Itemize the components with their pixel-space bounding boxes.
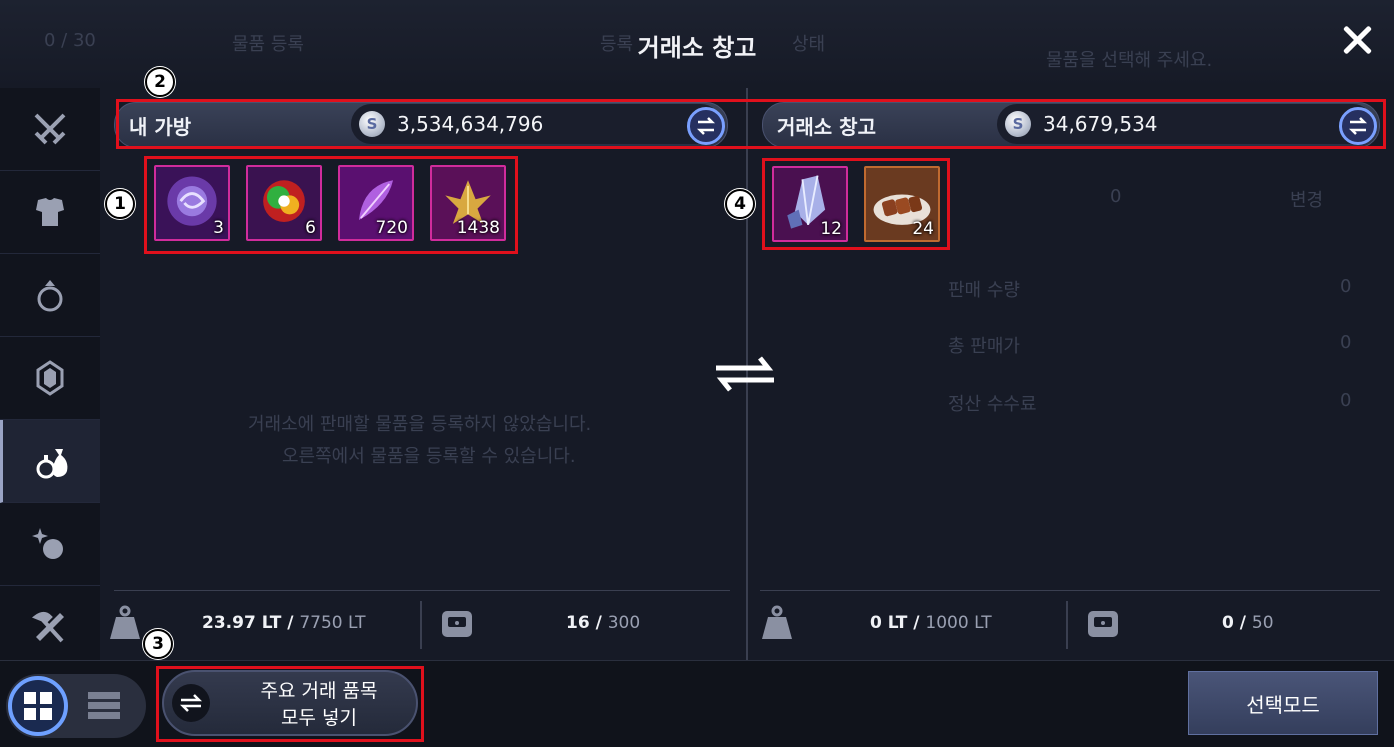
bag-weight: 23.97 LT / 7750 LT bbox=[202, 613, 366, 633]
grid-view-button[interactable] bbox=[8, 676, 68, 736]
annotation-marker-3: 3 bbox=[142, 628, 174, 660]
warehouse-slots-icon bbox=[1088, 611, 1118, 637]
grid-icon bbox=[24, 692, 52, 720]
highlight-currency-bar bbox=[116, 99, 1386, 149]
warehouse-footer: 0 LT / 1000 LT 0 / 50 bbox=[760, 590, 1380, 657]
sidebar-tab-consumables[interactable] bbox=[0, 420, 103, 503]
ghost-total: 총 판매가 bbox=[948, 336, 1020, 357]
footer-separator bbox=[1066, 601, 1068, 649]
bag-footer: 23.97 LT / 7750 LT 16 / 300 bbox=[110, 590, 730, 657]
ring-icon bbox=[37, 280, 63, 312]
ghost-v2: 0 bbox=[1340, 332, 1352, 353]
sidebar-tab-materials[interactable] bbox=[0, 586, 100, 669]
gem-icon bbox=[36, 360, 64, 396]
warehouse-slots-current: 0 bbox=[1222, 613, 1234, 633]
warehouse-slots: 0 / 50 bbox=[1222, 613, 1274, 633]
warehouse-weight-current: 0 LT bbox=[870, 613, 908, 633]
bag-slots-current: 16 bbox=[566, 613, 590, 633]
ghost-v3: 0 bbox=[1340, 390, 1352, 411]
warehouse-slots-max: 50 bbox=[1251, 613, 1274, 633]
select-mode-button[interactable]: 선택모드 bbox=[1188, 671, 1378, 735]
bag-slots-icon bbox=[442, 611, 472, 637]
bag-slots: 16 / 300 bbox=[566, 613, 641, 633]
orb-sparkle-icon bbox=[32, 528, 63, 559]
armor-icon bbox=[36, 198, 64, 226]
weight-icon bbox=[762, 605, 792, 639]
window-title: 거래소 창고 bbox=[637, 34, 757, 62]
footer-separator bbox=[420, 601, 422, 649]
list-icon bbox=[88, 692, 120, 719]
ghost-fee: 정산 수수료 bbox=[948, 394, 1037, 415]
sidebar-tab-weapons[interactable] bbox=[0, 88, 100, 171]
bag-slots-max: 300 bbox=[607, 613, 641, 633]
close-icon[interactable] bbox=[1342, 24, 1372, 54]
ghost-sell-qty: 판매 수량 bbox=[948, 280, 1020, 301]
list-view-button[interactable] bbox=[86, 688, 122, 724]
sidebar-tab-accessories[interactable] bbox=[0, 254, 100, 337]
sidebar-tab-gems[interactable] bbox=[0, 337, 100, 420]
annotation-marker-1: 1 bbox=[104, 188, 136, 220]
transfer-arrows-icon bbox=[716, 356, 774, 392]
ghost-zero: 0 bbox=[1110, 186, 1122, 207]
potion-bag-icon bbox=[36, 449, 68, 479]
ghost-v1: 0 bbox=[1340, 276, 1352, 297]
weight-icon bbox=[110, 605, 140, 639]
bag-weight-max: 7750 LT bbox=[299, 613, 366, 633]
bag-weight-current: 23.97 LT bbox=[202, 613, 282, 633]
ghost-change: 변경 bbox=[1290, 190, 1324, 211]
ghost-empty-1: 거래소에 판매할 물품을 등록하지 않았습니다. bbox=[248, 414, 592, 435]
annotation-marker-2: 2 bbox=[144, 66, 176, 98]
highlight-warehouse-items bbox=[762, 158, 950, 250]
warehouse-weight-max: 1000 LT bbox=[925, 613, 992, 633]
category-sidebar bbox=[0, 88, 103, 669]
crossed-swords-icon bbox=[34, 113, 66, 145]
highlight-bag-items bbox=[144, 156, 518, 254]
highlight-add-all-button bbox=[156, 666, 424, 742]
sidebar-tab-armor[interactable] bbox=[0, 171, 100, 254]
view-toggle bbox=[6, 674, 146, 738]
warehouse-weight: 0 LT / 1000 LT bbox=[870, 613, 992, 633]
annotation-marker-4: 4 bbox=[724, 188, 756, 220]
ghost-empty-2: 오른쪽에서 물품을 등록할 수 있습니다. bbox=[282, 446, 576, 467]
tools-icon bbox=[31, 612, 64, 643]
sidebar-tab-misc[interactable] bbox=[0, 503, 100, 586]
